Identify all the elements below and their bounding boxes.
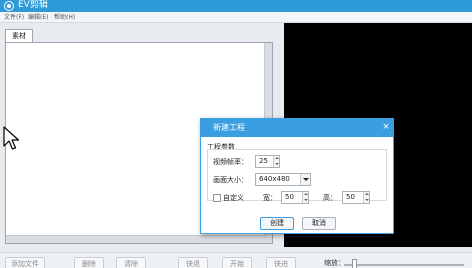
size-value: 640x480: [259, 175, 290, 183]
menu-bar: 文件(F) 编辑(E) 帮助(H): [0, 12, 472, 23]
size-select[interactable]: 640x480: [255, 173, 311, 186]
tab-material[interactable]: 素材: [5, 29, 33, 42]
menu-edit[interactable]: 编辑(E): [28, 13, 48, 22]
width-stepper[interactable]: 50: [281, 191, 309, 204]
zoom-slider-track[interactable]: [344, 264, 464, 266]
mouse-cursor-icon: [3, 126, 20, 150]
fps-stepper[interactable]: 25: [255, 155, 280, 168]
width-value: 50: [285, 193, 294, 201]
fps-label: 视频帧率：: [213, 158, 248, 166]
horizontal-scrollbar[interactable]: [6, 235, 266, 243]
stepper-arrows-icon[interactable]: [302, 192, 308, 203]
fast-forward-button[interactable]: 快进: [266, 257, 296, 268]
rewind-button[interactable]: 快退: [178, 257, 208, 268]
stepper-arrows-icon[interactable]: [273, 156, 279, 167]
chevron-down-icon[interactable]: [300, 174, 310, 185]
stepper-arrows-icon[interactable]: [363, 192, 369, 203]
size-label: 画面大小：: [213, 176, 248, 184]
zoom-label: 缩放：: [324, 259, 345, 267]
app-logo-icon: [4, 1, 14, 11]
window-title: EV剪辑: [18, 0, 48, 10]
cancel-button[interactable]: 取消: [302, 217, 336, 230]
new-project-dialog: 新建工程 × 工程参数 视频帧率： 25 画面大小： 640x480 自定义 宽…: [200, 118, 394, 234]
width-label: 宽：: [263, 194, 277, 202]
menu-help[interactable]: 帮助(H): [54, 13, 75, 22]
title-bar: EV剪辑: [0, 0, 472, 12]
custom-checkbox[interactable]: [213, 194, 221, 202]
custom-label: 自定义: [223, 194, 244, 202]
create-button[interactable]: 创建: [260, 217, 294, 230]
fps-value: 25: [259, 157, 268, 165]
dialog-title: 新建工程: [213, 123, 245, 132]
height-stepper[interactable]: 50: [342, 191, 370, 204]
add-file-button[interactable]: 添加文件: [5, 257, 45, 268]
menu-file[interactable]: 文件(F): [4, 13, 24, 22]
height-value: 50: [346, 193, 355, 201]
clear-button[interactable]: 清除: [116, 257, 146, 268]
start-button[interactable]: 开始: [222, 257, 252, 268]
close-icon[interactable]: ×: [381, 121, 391, 133]
bottom-toolbar: 添加文件 删除 清除 快退 开始 快进 缩放：: [0, 252, 472, 268]
dialog-header: 新建工程 ×: [201, 119, 393, 137]
zoom-slider-thumb[interactable]: [352, 259, 357, 268]
delete-button[interactable]: 删除: [74, 257, 104, 268]
height-label: 高：: [323, 194, 337, 202]
